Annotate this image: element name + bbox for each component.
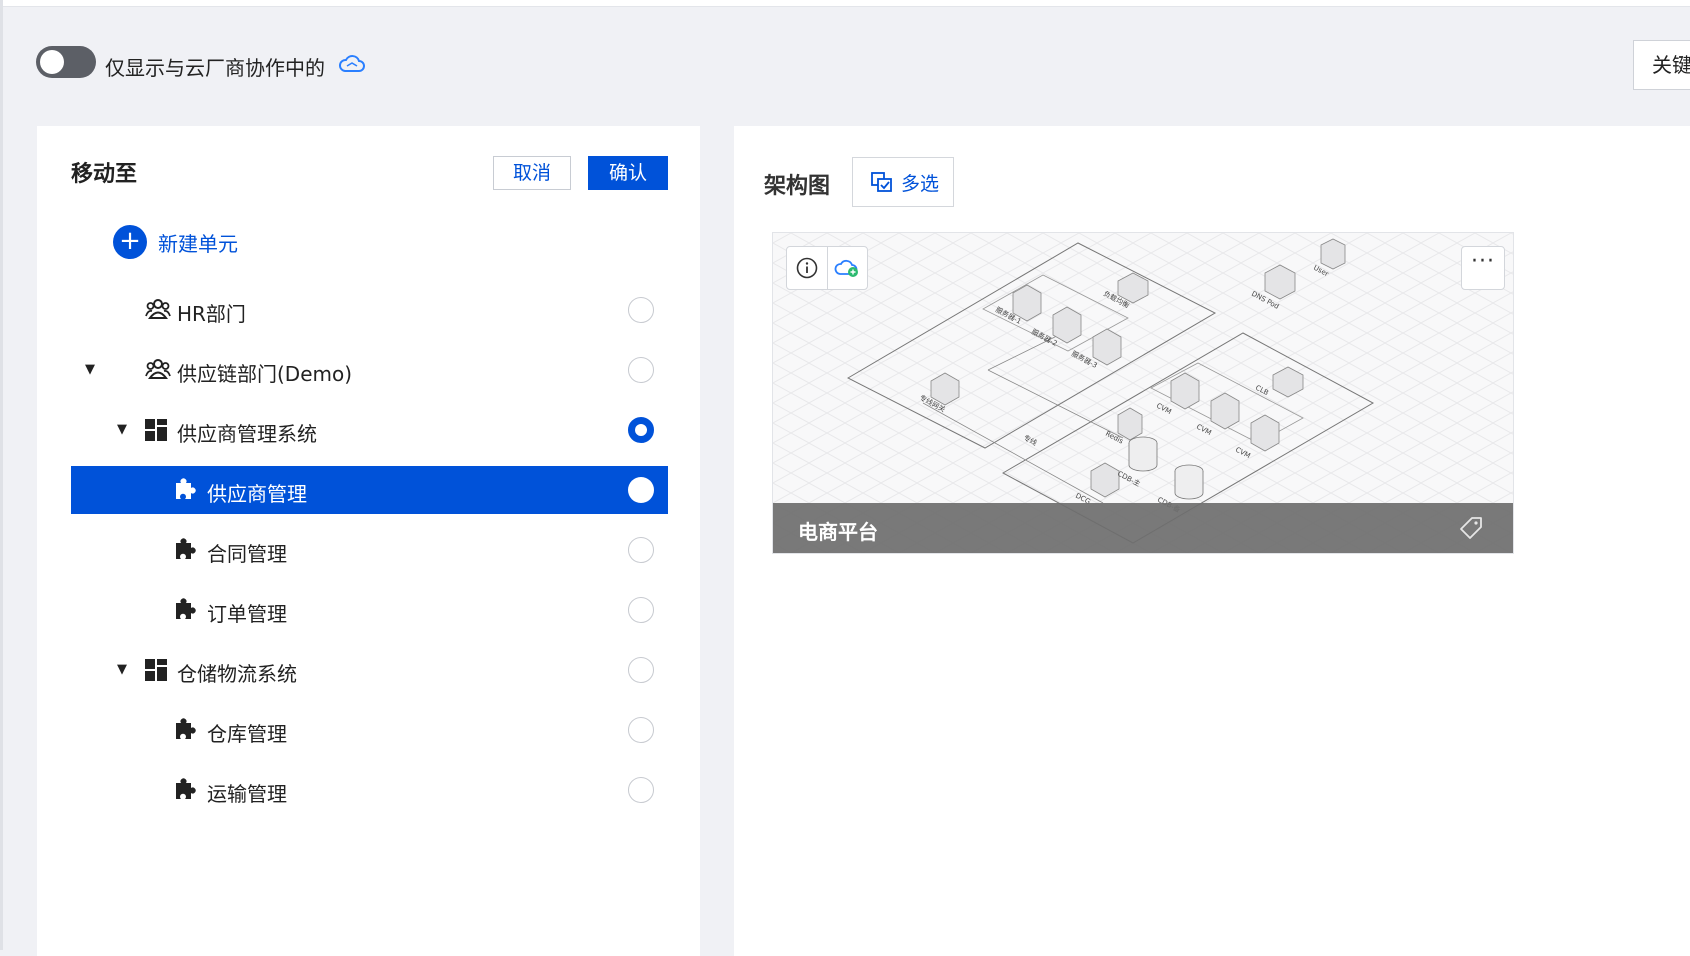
radio-button[interactable] — [628, 597, 654, 623]
architecture-card[interactable]: 服务器-1 服务器-2 服务器-3 负载均衡 DNS Pod User 专线网关… — [772, 232, 1514, 554]
tree-item-order-management[interactable]: 订单管理 — [71, 586, 668, 634]
more-options-icon[interactable]: ··· — [1461, 246, 1505, 290]
architecture-panel: 架构图 多选 服务器-1 服务器-2 服务器-3 负载均衡 DNS Pod Us… — [734, 126, 1690, 956]
apps-icon — [145, 419, 171, 443]
left-edge-border — [0, 0, 3, 950]
puzzle-icon — [174, 717, 200, 741]
cancel-button[interactable]: 取消 — [493, 156, 571, 190]
puzzle-icon — [174, 777, 200, 801]
toggle-label: 仅显示与云厂商协作中的 — [105, 56, 325, 80]
tree-item-supplier-management[interactable]: 供应商管理 — [71, 466, 668, 514]
radio-button-checked[interactable] — [628, 417, 654, 443]
card-footer: 电商平台 — [773, 503, 1513, 553]
tree-item-label: 合同管理 — [207, 542, 287, 566]
move-to-panel: 移动至 取消 确认 + 新建单元 HR部门 ▼ 供应链部门(Demo) ▼ 供应… — [37, 126, 700, 956]
tree-item-supply-chain[interactable]: ▼ 供应链部门(Demo) — [71, 346, 668, 394]
puzzle-icon — [174, 597, 200, 621]
toggle-knob — [40, 50, 64, 74]
tree-item-label: 供应商管理 — [207, 482, 307, 506]
tree-item-label: 供应商管理系统 — [177, 422, 317, 446]
tree-item-label: 仓储物流系统 — [177, 662, 297, 686]
multi-select-button[interactable]: 多选 — [852, 157, 954, 207]
new-unit-label: 新建单元 — [158, 231, 238, 256]
tree-item-label: 运输管理 — [207, 782, 287, 806]
caret-down-icon[interactable]: ▼ — [117, 422, 127, 437]
confirm-button[interactable]: 确认 — [588, 156, 668, 190]
radio-button[interactable] — [628, 477, 654, 503]
radio-button[interactable] — [628, 777, 654, 803]
tree-item-label: 供应链部门(Demo) — [177, 362, 353, 386]
tree-item-hr[interactable]: HR部门 — [71, 286, 668, 334]
card-action-group — [786, 246, 868, 290]
plus-icon: + — [113, 225, 147, 259]
card-title: 电商平台 — [798, 520, 878, 544]
tree-item-warehouse-management[interactable]: 仓库管理 — [71, 706, 668, 754]
arch-panel-title: 架构图 — [764, 174, 831, 199]
radio-button[interactable] — [628, 717, 654, 743]
tree-item-supplier-system[interactable]: ▼ 供应商管理系统 — [71, 406, 668, 454]
cloud-sync-icon[interactable] — [826, 247, 868, 289]
tree-item-label: HR部门 — [177, 302, 246, 326]
radio-button[interactable] — [628, 537, 654, 563]
top-bar — [0, 0, 1690, 7]
panel-title: 移动至 — [71, 162, 138, 187]
group-icon — [145, 358, 171, 382]
new-unit-button[interactable]: + 新建单元 — [113, 224, 238, 260]
tag-icon[interactable] — [1459, 516, 1483, 544]
caret-down-icon[interactable]: ▼ — [85, 362, 95, 377]
cloud-icon — [338, 54, 366, 78]
group-icon — [145, 298, 171, 322]
keyword-search-button[interactable]: 关键 — [1633, 40, 1690, 90]
tree-item-label: 订单管理 — [207, 602, 287, 626]
tree-item-transport-management[interactable]: 运输管理 — [71, 766, 668, 814]
radio-button[interactable] — [628, 357, 654, 383]
multi-select-icon — [871, 172, 892, 192]
puzzle-icon — [174, 477, 200, 501]
tree-item-contract-management[interactable]: 合同管理 — [71, 526, 668, 574]
puzzle-icon — [174, 537, 200, 561]
radio-button[interactable] — [628, 297, 654, 323]
caret-down-icon[interactable]: ▼ — [117, 662, 127, 677]
apps-icon — [145, 659, 171, 683]
radio-button[interactable] — [628, 657, 654, 683]
multi-select-label: 多选 — [901, 172, 940, 195]
tree-item-label: 仓库管理 — [207, 722, 287, 746]
cloud-vendor-toggle[interactable] — [36, 46, 96, 78]
tree-item-warehouse-system[interactable]: ▼ 仓储物流系统 — [71, 646, 668, 694]
info-icon[interactable] — [787, 247, 827, 289]
